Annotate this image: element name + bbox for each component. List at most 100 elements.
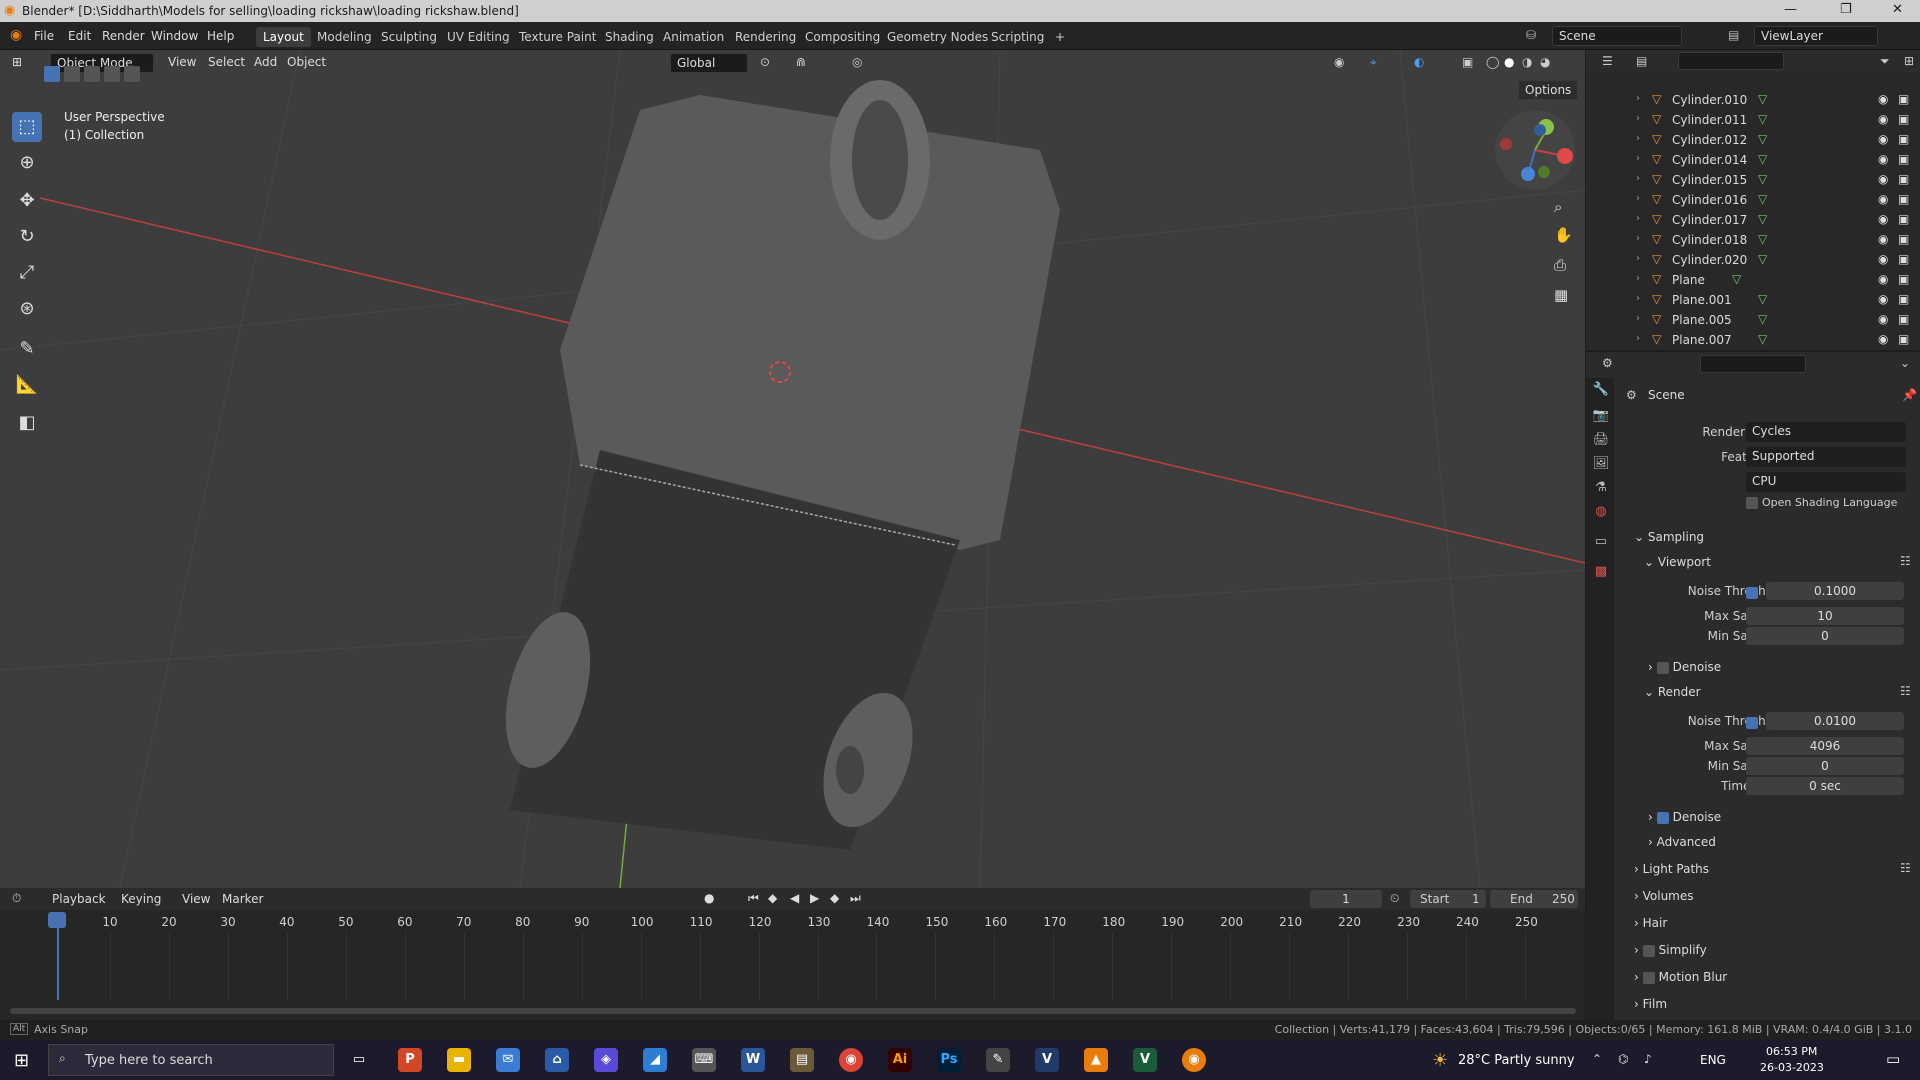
move-tool-icon[interactable]: ✥	[12, 186, 42, 216]
visibility-eye-icon[interactable]: ◉	[1878, 152, 1888, 166]
outliner-object-name[interactable]: Cylinder.014	[1672, 153, 1747, 167]
zoom-icon[interactable]: ⌕	[1554, 198, 1562, 216]
collection-tab-icon[interactable]: ▭	[1592, 534, 1610, 552]
visibility-eye-icon[interactable]: ◉	[1878, 112, 1888, 126]
outliner-object-name[interactable]: Cylinder.020	[1672, 253, 1747, 267]
tab-scripting[interactable]: Scripting	[984, 27, 1051, 47]
viewport-menu-object[interactable]: Object	[287, 55, 326, 69]
menu-window[interactable]: Window	[151, 29, 198, 43]
mesh-data-icon[interactable]: ▽	[1758, 232, 1767, 246]
outliner-object-name[interactable]: Plane.007	[1672, 333, 1732, 347]
tab-animation[interactable]: Animation	[656, 27, 731, 47]
outliner-object-name[interactable]: Cylinder.011	[1672, 113, 1747, 127]
mesh-data-icon[interactable]: ▽	[1732, 272, 1741, 286]
viewport-denoise-row[interactable]: › Denoise	[1648, 660, 1721, 674]
advanced-subsection[interactable]: › Advanced	[1648, 835, 1716, 849]
cursor-tool-icon[interactable]: ⊕	[12, 148, 42, 178]
taskbar-search-box[interactable]: ⌕ Type here to search	[48, 1044, 334, 1076]
tab-shading[interactable]: Shading	[598, 27, 661, 47]
expand-arrow-icon[interactable]: ›	[1636, 113, 1640, 124]
timeline-scrollbar[interactable]	[10, 1008, 1576, 1014]
chrome-icon[interactable]: ◉	[839, 1048, 863, 1072]
render-denoise-row[interactable]: › Denoise	[1648, 810, 1721, 824]
render-subsection[interactable]: ⌄ Render	[1644, 685, 1701, 699]
outliner-row[interactable]: › ▽ Cylinder.017 ▽ ◉ ▣	[1586, 210, 1920, 230]
viewport-presets-icon[interactable]: ☷	[1900, 554, 1911, 568]
tray-volume-icon[interactable]: ♪	[1644, 1052, 1652, 1066]
tab-layout[interactable]: Layout	[256, 27, 311, 47]
vscode-like-icon[interactable]: V	[1035, 1048, 1059, 1072]
motion-blur-section[interactable]: › Motion Blur	[1634, 970, 1727, 984]
select-extend-icon[interactable]	[64, 66, 80, 82]
render-noise-checkbox[interactable]	[1746, 715, 1762, 729]
outliner-object-name[interactable]: Plane	[1672, 273, 1705, 287]
tab-modeling[interactable]: Modeling	[310, 27, 379, 47]
render-camera-icon[interactable]: ▣	[1898, 232, 1909, 246]
select-intersect-icon[interactable]	[124, 66, 140, 82]
light-paths-presets-icon[interactable]: ☷	[1900, 861, 1911, 875]
viewport-noise-threshold-field[interactable]: 0.1000	[1766, 582, 1904, 600]
expand-arrow-icon[interactable]: ›	[1636, 293, 1640, 304]
maximize-button[interactable]: ❐	[1840, 2, 1852, 17]
device-dropdown[interactable]: CPU	[1746, 472, 1906, 492]
powerpoint-icon[interactable]: P	[398, 1048, 422, 1072]
playhead-handle[interactable]	[48, 912, 66, 928]
render-camera-icon[interactable]: ▣	[1898, 132, 1909, 146]
visibility-eye-icon[interactable]: ◉	[1878, 212, 1888, 226]
measure-tool-icon[interactable]: 📐	[12, 370, 42, 400]
render-camera-icon[interactable]: ▣	[1898, 212, 1909, 226]
osl-checkbox[interactable]: Open Shading Language	[1746, 496, 1897, 509]
expand-arrow-icon[interactable]: ›	[1636, 173, 1640, 184]
visibility-eye-icon[interactable]: ◉	[1878, 232, 1888, 246]
word-icon[interactable]: W	[741, 1048, 765, 1072]
visibility-eye-icon[interactable]: ◉	[1878, 312, 1888, 326]
illustrator-icon[interactable]: Ai	[888, 1048, 912, 1072]
volumes-section[interactable]: › Volumes	[1634, 889, 1694, 903]
render-camera-icon[interactable]: ▣	[1898, 172, 1909, 186]
menu-edit[interactable]: Edit	[68, 29, 91, 43]
outliner-row[interactable]: › ▽ Cylinder.020 ▽ ◉ ▣	[1586, 250, 1920, 270]
photoshop-icon[interactable]: Ps	[937, 1048, 961, 1072]
outliner-row[interactable]: › ▽ Plane.005 ▽ ◉ ▣	[1586, 310, 1920, 330]
weather-text[interactable]: 28°C Partly sunny	[1458, 1053, 1575, 1068]
visibility-icon[interactable]: ◉	[1334, 55, 1344, 69]
mesh-data-icon[interactable]: ▽	[1758, 312, 1767, 326]
viewport-noise-checkbox[interactable]	[1746, 585, 1762, 599]
simplify-section[interactable]: › Simplify	[1634, 943, 1707, 957]
visibility-eye-icon[interactable]: ◉	[1878, 192, 1888, 206]
render-camera-icon[interactable]: ▣	[1898, 332, 1909, 346]
film-section[interactable]: › Film	[1634, 997, 1667, 1011]
mesh-data-icon[interactable]: ▽	[1758, 192, 1767, 206]
outliner-row[interactable]: › ▽ Plane.007 ▽ ◉ ▣	[1586, 330, 1920, 350]
expand-arrow-icon[interactable]: ›	[1636, 333, 1640, 344]
tray-network-icon[interactable]: ⌬	[1618, 1052, 1628, 1066]
render-camera-icon[interactable]: ▣	[1898, 192, 1909, 206]
menu-file[interactable]: File	[34, 29, 54, 43]
snap-icon[interactable]: ⋒	[796, 55, 806, 69]
rickshaw-model[interactable]	[491, 80, 1060, 850]
scene-selector[interactable]: Scene	[1552, 26, 1682, 46]
filter-icon[interactable]: ⏷	[1880, 54, 1890, 69]
tool-tab-icon[interactable]: 🔧	[1592, 382, 1610, 400]
wireframe-shading-icon[interactable]: ◯	[1486, 55, 1499, 69]
outliner-object-name[interactable]: Cylinder.016	[1672, 193, 1747, 207]
select-box-tool-icon[interactable]: ⬚	[12, 112, 42, 142]
paint-app-icon[interactable]: ✎	[986, 1048, 1010, 1072]
clock-time[interactable]: 06:53 PM	[1766, 1045, 1817, 1058]
render-max-samples-field[interactable]: 4096	[1746, 737, 1904, 755]
frame-ruler[interactable]: 1102030405060708090100110120130140150160…	[0, 888, 1585, 1008]
sampling-section[interactable]: ⌄ Sampling	[1634, 530, 1704, 544]
outliner-object-name[interactable]: Cylinder.015	[1672, 173, 1747, 187]
mesh-data-icon[interactable]: ▽	[1758, 92, 1767, 106]
outliner-object-name[interactable]: Cylinder.012	[1672, 133, 1747, 147]
close-button[interactable]: ✕	[1892, 2, 1903, 17]
outliner-row[interactable]: › ▽ Cylinder.015 ▽ ◉ ▣	[1586, 170, 1920, 190]
expand-arrow-icon[interactable]: ›	[1636, 153, 1640, 164]
outliner-object-name[interactable]: Plane.005	[1672, 313, 1732, 327]
render-camera-icon[interactable]: ▣	[1898, 292, 1909, 306]
navigation-gizmo[interactable]	[1495, 110, 1575, 190]
scale-tool-icon[interactable]: ⤢	[12, 258, 42, 288]
outliner-object-name[interactable]: Cylinder.010	[1672, 93, 1747, 107]
menu-render[interactable]: Render	[102, 29, 145, 43]
pan-hand-icon[interactable]: ✋	[1554, 226, 1573, 244]
